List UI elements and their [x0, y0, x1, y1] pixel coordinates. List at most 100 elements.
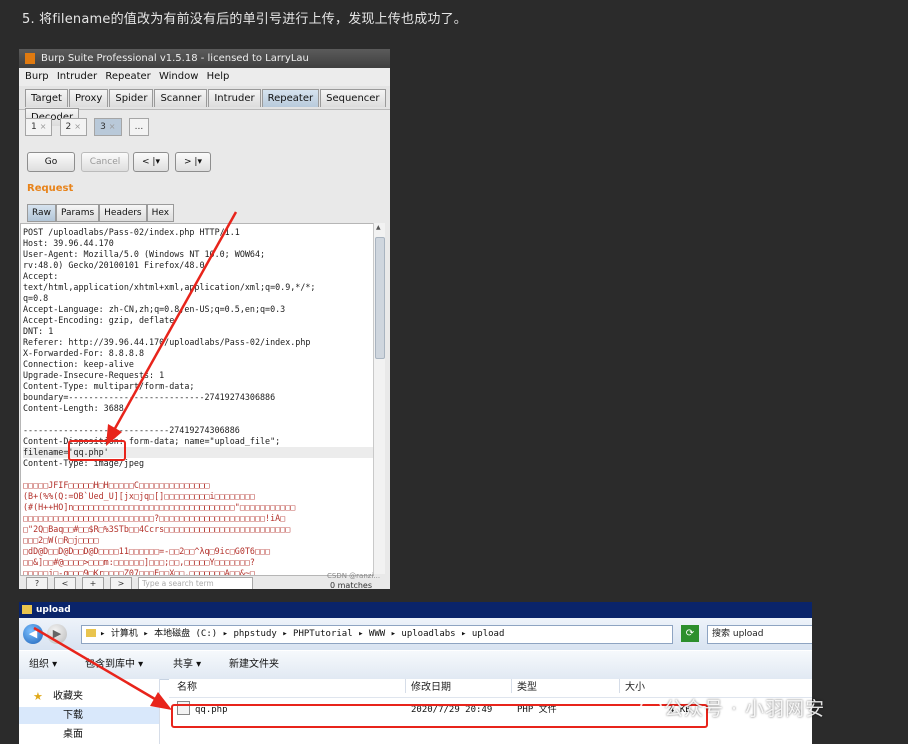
- request-line: -----------------------------27419274306…: [23, 425, 240, 435]
- repeater-tab-2[interactable]: 2 ×: [59, 118, 87, 136]
- organize-menu[interactable]: 组织 ▾: [29, 651, 57, 679]
- repeater-tab-3[interactable]: 3 ×: [94, 118, 122, 136]
- request-line: Content-Type: multipart/form-data;: [23, 381, 195, 391]
- new-folder-button[interactable]: 新建文件夹: [229, 651, 279, 679]
- request-line: User-Agent: Mozilla/5.0 (Windows NT 10.0…: [23, 249, 266, 259]
- request-line: Accept-Encoding: gzip, deflate: [23, 315, 175, 325]
- back-button[interactable]: < |▾: [133, 152, 169, 172]
- menu-window[interactable]: Window: [159, 71, 198, 82]
- request-line: DNT: 1: [23, 326, 54, 336]
- file-highlight-box: [171, 704, 708, 728]
- prev-match-button[interactable]: <: [54, 577, 76, 589]
- refresh-icon[interactable]: ⟳: [681, 625, 699, 642]
- request-tab-params[interactable]: Params: [55, 204, 100, 222]
- share-menu[interactable]: 共享 ▾: [173, 651, 201, 679]
- column-separator[interactable]: [405, 679, 406, 693]
- burp-logo-icon: [25, 53, 35, 64]
- tab-sequencer[interactable]: Sequencer: [320, 89, 386, 107]
- tab-intruder[interactable]: Intruder: [208, 89, 261, 107]
- search-field[interactable]: 搜索 upload: [707, 625, 812, 644]
- instruction-heading: 5. 将filename的值改为有前没有后的单引号进行上传，发现上传也成功了。: [22, 12, 468, 27]
- search-input[interactable]: Type a search term: [138, 577, 253, 589]
- request-tab-hex[interactable]: Hex: [146, 204, 175, 222]
- menu-help[interactable]: Help: [207, 71, 230, 82]
- binary-line: (B+(%%(Q:=OB`Ued_U][jx□jq□[]□□□□□□□□□i□□…: [23, 491, 255, 501]
- navigation-pane: ★ 收藏夹 下载 桌面: [19, 679, 160, 744]
- explorer-toolbar: 组织 ▾ 包含到库中 ▾ 共享 ▾ 新建文件夹: [19, 651, 812, 680]
- request-line: [23, 469, 373, 480]
- request-line: X-Forwarded-For: 8.8.8.8: [23, 348, 145, 358]
- tab-proxy[interactable]: Proxy: [68, 89, 109, 107]
- address-bar-area: ◀ ▶ ▸ 计算机 ▸ 本地磁盘 (C:) ▸ phpstudy ▸ PHPTu…: [19, 618, 812, 650]
- request-line: [23, 414, 373, 425]
- request-tab-raw[interactable]: Raw: [27, 204, 56, 222]
- column-type[interactable]: 类型: [517, 679, 537, 697]
- explorer-title: upload: [36, 605, 71, 615]
- nav-favorites[interactable]: 收藏夹: [53, 688, 83, 705]
- burp-titlebar: Burp Suite Professional v1.5.18 - licens…: [19, 49, 390, 68]
- request-raw-text[interactable]: POST /uploadlabs/Pass-02/index.php HTTP/…: [21, 224, 373, 576]
- forward-arrow-icon[interactable]: ▶: [47, 624, 67, 644]
- request-line: rv:48.0) Gecko/20100101 Firefox/48.0: [23, 260, 205, 270]
- burp-menubar: Burp Intruder Repeater Window Help: [19, 68, 390, 86]
- scrollbar-thumb[interactable]: [375, 237, 385, 359]
- request-line: POST /uploadlabs/Pass-02/index.php HTTP/…: [23, 227, 240, 237]
- request-label: Request: [27, 183, 74, 194]
- repeater-tab-1[interactable]: 1 ×: [25, 118, 53, 136]
- search-bar: ? < + > Type a search term 0 matches: [20, 577, 390, 589]
- repeater-tab-new[interactable]: ...: [128, 118, 150, 136]
- request-editor[interactable]: POST /uploadlabs/Pass-02/index.php HTTP/…: [20, 223, 374, 576]
- request-scrollbar[interactable]: ▲: [373, 223, 385, 574]
- scroll-up-icon[interactable]: ▲: [376, 224, 381, 231]
- star-icon: ★: [33, 690, 43, 703]
- request-line: boundary=---------------------------2741…: [23, 392, 276, 402]
- next-match-button[interactable]: >: [110, 577, 132, 589]
- request-line: Accept-Language: zh-CN,zh;q=0.8,en-US;q=…: [23, 304, 286, 314]
- binary-line: □□□□□j□-q□□□9□Kr□□□□Z07□□□E□□X□□.□□□□□□□…: [23, 568, 255, 576]
- tab-repeater[interactable]: Repeater: [261, 89, 320, 107]
- binary-line: □□&]□□#@□□□□>□□□m:□□□□□□]□□□;□□,□□□□□Y□□…: [23, 557, 255, 567]
- column-separator[interactable]: [511, 679, 512, 693]
- cancel-button[interactable]: Cancel: [81, 152, 129, 172]
- include-in-library-menu[interactable]: 包含到库中 ▾: [85, 651, 143, 679]
- repeater-subtabs: 1 × 2 × 3 × ...: [19, 110, 390, 136]
- menu-burp[interactable]: Burp: [25, 71, 49, 82]
- request-tab-headers[interactable]: Headers: [99, 204, 147, 222]
- folder-icon: [22, 605, 32, 614]
- close-icon[interactable]: ×: [109, 122, 116, 131]
- request-view-tabs: Raw Params Headers Hex: [27, 204, 175, 222]
- tab-target[interactable]: Target: [25, 89, 68, 107]
- request-line: Connection: keep-alive: [23, 359, 134, 369]
- close-icon[interactable]: ×: [74, 122, 81, 131]
- menu-intruder[interactable]: Intruder: [57, 71, 97, 82]
- binary-line: □"2Q□Baq□□#□□$R□%3STb□□4Ccrs□□□□□□□□□□□□…: [23, 524, 291, 534]
- request-line: Host: 39.96.44.170: [23, 238, 114, 248]
- menu-repeater[interactable]: Repeater: [105, 71, 150, 82]
- go-button[interactable]: Go: [27, 152, 75, 172]
- request-line: text/html,application/xhtml+xml,applicat…: [23, 282, 316, 292]
- column-separator[interactable]: [619, 679, 620, 693]
- add-match-button[interactable]: +: [82, 577, 104, 589]
- address-path[interactable]: ▸ 计算机 ▸ 本地磁盘 (C:) ▸ phpstudy ▸ PHPTutori…: [81, 625, 673, 644]
- binary-line: □□□2□W(□R□j□□□□: [23, 535, 99, 545]
- nav-desktop[interactable]: 桌面: [63, 726, 83, 743]
- explorer-titlebar: upload: [19, 602, 812, 618]
- wechat-watermark: 公众号 · 小羽网安: [640, 694, 825, 721]
- nav-downloads[interactable]: 下载: [19, 707, 159, 724]
- tab-spider[interactable]: Spider: [109, 89, 154, 107]
- forward-button[interactable]: > |▾: [175, 152, 211, 172]
- help-button[interactable]: ?: [26, 577, 48, 589]
- tab-scanner[interactable]: Scanner: [154, 89, 208, 107]
- column-name[interactable]: 名称: [177, 679, 197, 697]
- repeater-tab-label: 1: [31, 122, 37, 132]
- binary-line: □dD@D□□D@D□□D@D□□□□11□□□□□□=-□□2□□^λq□9i…: [23, 546, 271, 556]
- back-arrow-icon[interactable]: ◀: [23, 624, 43, 644]
- repeater-tab-label: 3: [100, 122, 106, 132]
- close-icon[interactable]: ×: [40, 122, 47, 131]
- request-line: q=0.8: [23, 293, 49, 303]
- burp-main-tabs: Target Proxy Spider Scanner Intruder Repeater…: [19, 86, 390, 126]
- request-line: Referer: http://39.96.44.170/uploadlabs/…: [23, 337, 311, 347]
- binary-line: (#(H++HO]n□□□□□□□□□□□□□□□□□□□□□□□□□□□□□□…: [23, 502, 296, 512]
- repeater-tab-label: 2: [65, 122, 72, 132]
- column-date[interactable]: 修改日期: [411, 679, 451, 697]
